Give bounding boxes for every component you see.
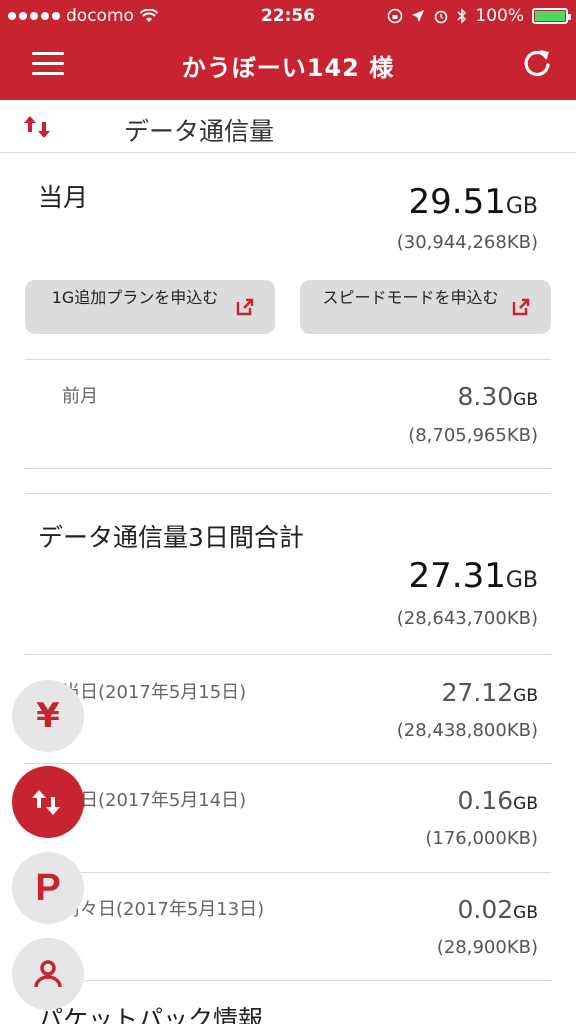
day-gb: 27.12 bbox=[441, 678, 514, 707]
page-title: かうぼーい142 様 bbox=[181, 54, 395, 82]
alarm-icon bbox=[435, 10, 448, 24]
battery-icon bbox=[532, 8, 571, 24]
day-label: 前日(2017年5月14日) bbox=[62, 790, 247, 811]
rotation-lock-icon bbox=[388, 8, 403, 24]
data-transfer-icon bbox=[24, 116, 50, 138]
day-label: 前々日(2017年5月13日) bbox=[62, 899, 265, 920]
divider bbox=[25, 468, 551, 469]
current-month-gb: 29.51 bbox=[408, 182, 506, 222]
divider bbox=[25, 872, 551, 873]
day-unit: GB bbox=[513, 686, 538, 706]
current-month-unit: GB bbox=[505, 194, 538, 219]
day-value: 0.16GB bbox=[457, 786, 538, 815]
day-gb: 0.16 bbox=[457, 786, 514, 815]
location-icon bbox=[412, 10, 425, 22]
yen-icon: ¥ bbox=[36, 696, 60, 736]
previous-month-unit: GB bbox=[513, 390, 538, 410]
data-usage-button[interactable] bbox=[12, 766, 84, 838]
day-value: 27.12GB bbox=[442, 678, 538, 707]
previous-month-label: 前月 bbox=[62, 386, 98, 407]
day-gb: 0.02 bbox=[457, 895, 514, 924]
divider bbox=[25, 359, 551, 360]
bluetooth-icon bbox=[457, 8, 467, 24]
account-button[interactable] bbox=[12, 938, 84, 1010]
person-icon bbox=[34, 960, 62, 988]
speed-mode-button[interactable]: スピードモードを申込む bbox=[300, 280, 551, 334]
section-header: データ通信量 bbox=[0, 100, 576, 153]
divider bbox=[25, 980, 551, 981]
day-kb: (28,900KB) bbox=[436, 937, 538, 958]
day-unit: GB bbox=[513, 903, 538, 923]
points-button[interactable]: P bbox=[12, 852, 84, 924]
previous-month-gb: 8.30 bbox=[457, 382, 514, 411]
p-icon: P bbox=[35, 866, 61, 909]
day-kb: (176,000KB) bbox=[425, 828, 538, 849]
current-month-label: 当月 bbox=[38, 183, 89, 212]
data-transfer-icon bbox=[32, 790, 60, 815]
current-month-value: 29.51GB bbox=[409, 182, 538, 222]
divider bbox=[25, 763, 551, 764]
day-value: 0.02GB bbox=[457, 895, 538, 924]
three-day-kb: (28,643,700KB) bbox=[396, 608, 538, 629]
add-1g-plan-button[interactable]: 1G追加プランを申込む bbox=[25, 280, 275, 334]
add-1g-plan-label: 1G追加プランを申込む bbox=[51, 288, 219, 307]
day-kb: (28,438,800KB) bbox=[396, 720, 538, 741]
three-day-unit: GB bbox=[505, 568, 538, 593]
top-bar: docomo 22:56 100% かうぼーい142 様 bbox=[0, 0, 576, 100]
speed-mode-label: スピードモードを申込む bbox=[322, 288, 499, 307]
divider bbox=[25, 493, 551, 494]
refresh-icon[interactable] bbox=[520, 46, 554, 80]
status-bar: docomo 22:56 100% bbox=[0, 0, 576, 34]
external-link-icon bbox=[512, 298, 530, 316]
packet-pack-label: パケットパック情報 bbox=[38, 1005, 264, 1024]
fee-button[interactable]: ¥ bbox=[12, 680, 84, 752]
external-link-icon bbox=[236, 298, 254, 316]
three-day-value: 27.31GB bbox=[409, 556, 538, 596]
battery-percent: 100% bbox=[475, 6, 524, 26]
three-day-label: データ通信量3日間合計 bbox=[38, 523, 304, 552]
status-right: 100% bbox=[387, 6, 571, 26]
day-label: 当日(2017年5月15日) bbox=[62, 682, 247, 703]
day-unit: GB bbox=[513, 794, 538, 814]
divider bbox=[25, 654, 551, 655]
previous-month-kb: (8,705,965KB) bbox=[408, 425, 538, 446]
three-day-gb: 27.31 bbox=[408, 556, 506, 596]
previous-month-value: 8.30GB bbox=[457, 382, 538, 411]
current-month-kb: (30,944,268KB) bbox=[396, 232, 538, 253]
section-title: データ通信量 bbox=[124, 117, 275, 146]
